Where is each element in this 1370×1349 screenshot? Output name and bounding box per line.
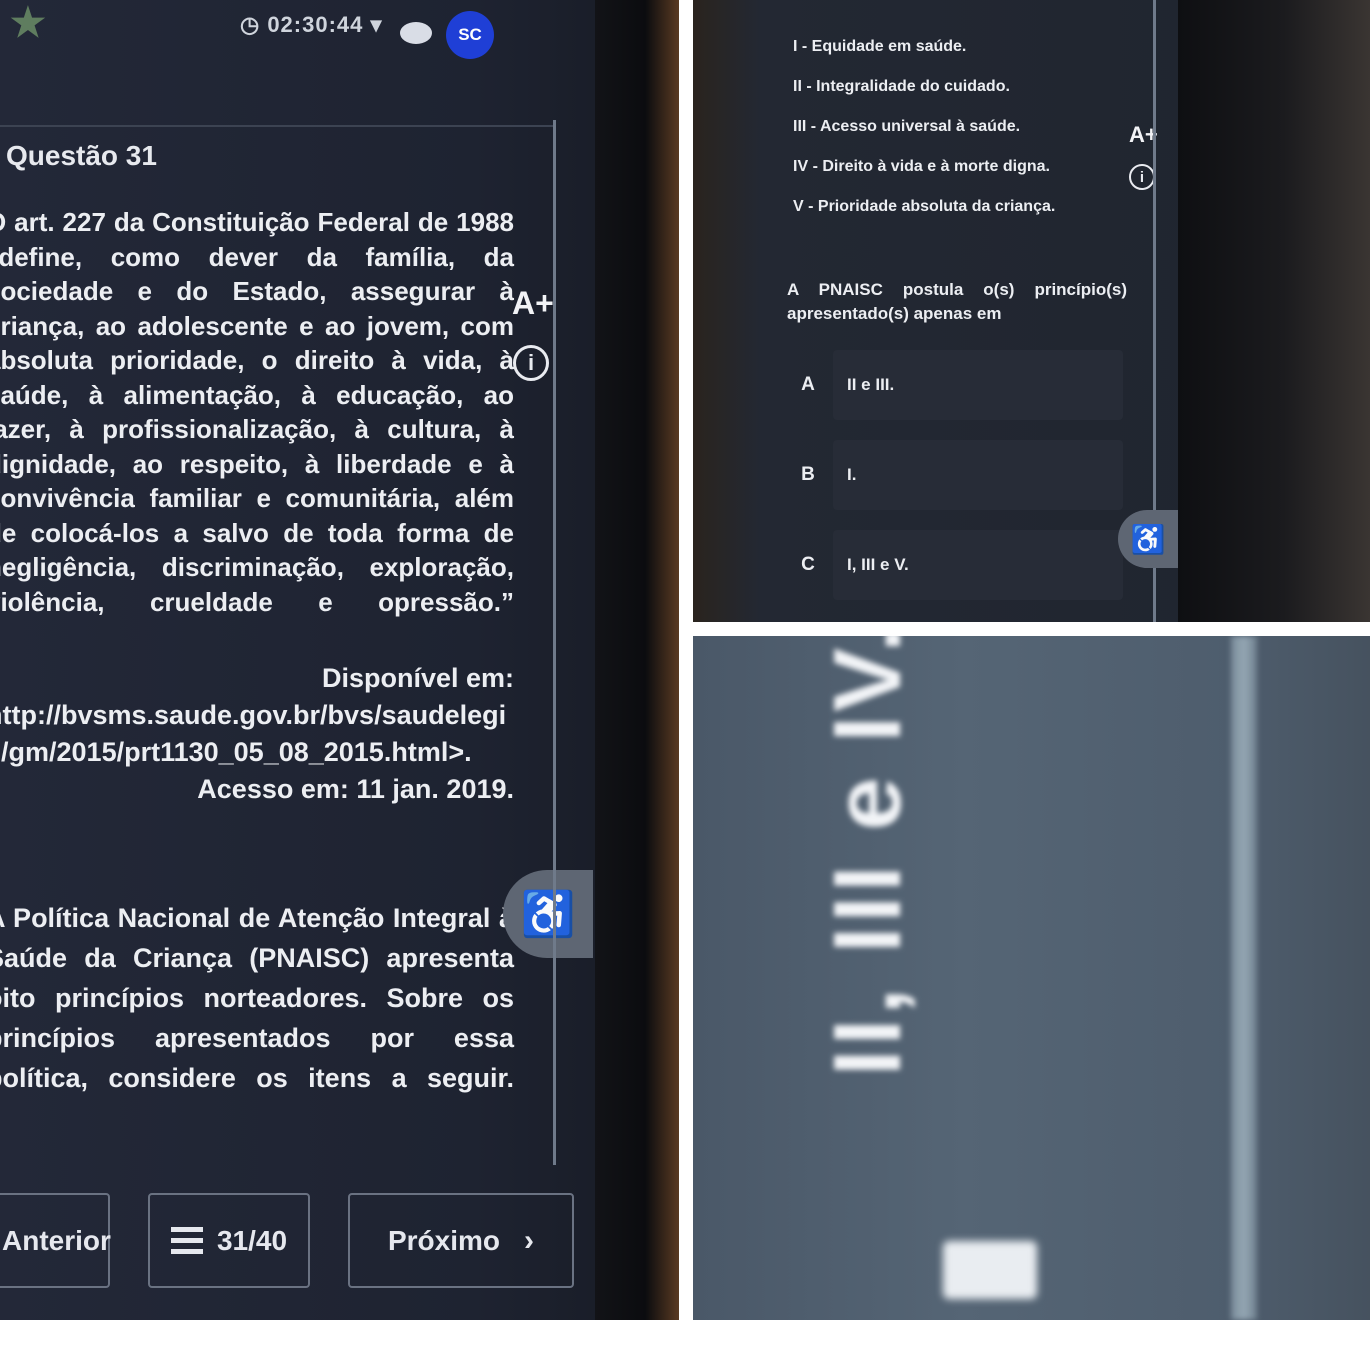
reference-access: Acesso em: 11 jan. 2019. <box>197 774 514 804</box>
info-icon[interactable]: i <box>1129 164 1155 190</box>
option-text: I, III e V. <box>847 555 909 574</box>
reference: Disponível em: http://bvsms.saude.gov.br… <box>0 660 514 808</box>
previous-button[interactable]: Anterior <box>0 1193 111 1288</box>
list-icon <box>943 1241 1037 1299</box>
eye-icon[interactable] <box>400 22 432 44</box>
reference-available: Disponível em: <box>321 663 514 693</box>
previous-label: Anterior <box>2 1224 111 1256</box>
item-iii: III - Acesso universal à saúde. <box>793 118 1021 135</box>
reference-url[interactable]: http://bvsms.saude.gov.br/bvs/saudelegis… <box>0 697 514 771</box>
question-title: Questão 31 <box>6 140 157 171</box>
option-letter: A <box>801 374 815 395</box>
next-button[interactable]: Próximo › <box>348 1193 574 1288</box>
accessibility-icon[interactable]: ♿ <box>1118 510 1178 568</box>
option-letter: C <box>801 554 815 575</box>
item-v: V - Prioridade absoluta da criança. <box>793 198 1056 215</box>
option-b[interactable]: B I. <box>783 440 1123 510</box>
scroll-edge <box>553 120 556 1165</box>
phone-photo-bottom-right: II, III e IV. <box>693 636 1370 1320</box>
phone-bezel <box>1178 0 1370 622</box>
timer: ◷ 02:30:44 ▾ <box>240 12 383 37</box>
option-a[interactable]: A II e III. <box>783 350 1123 420</box>
chevron-right-icon: › <box>524 1223 535 1257</box>
phone-photo-top-right: I - Equidade em saúde. II - Integralidad… <box>693 0 1370 622</box>
option-text: I. <box>847 465 857 484</box>
question-statement: O art. 227 da Constituição Federal de 19… <box>0 207 514 617</box>
item-i: I - Equidade em saúde. <box>793 38 967 55</box>
list-icon <box>170 1226 203 1255</box>
font-size-icon[interactable]: A+ <box>512 285 554 322</box>
accessibility-icon[interactable]: ♿ <box>503 870 593 958</box>
question-prompt: A PNAISC postula o(s) princípio(s) apres… <box>787 280 1127 323</box>
option-box <box>833 440 1123 510</box>
avatar[interactable]: SC <box>446 11 494 59</box>
item-iv: IV - Direito à vida e à morte digna. <box>793 158 1050 175</box>
item-ii: II - Integralidade do cuidado. <box>793 78 1010 95</box>
option-text: II e III. <box>847 375 895 394</box>
question-list-button[interactable]: 31/40 <box>148 1193 310 1288</box>
scroll-edge <box>1231 636 1257 1320</box>
blurred-option-text: II, III e IV. <box>814 636 921 1076</box>
timer-value: 02:30:44 <box>267 12 364 37</box>
divider <box>0 125 553 127</box>
info-icon[interactable]: i <box>513 345 549 381</box>
option-letter: B <box>801 464 815 485</box>
star-icon: ★ <box>10 1 46 45</box>
phone-bezel <box>595 0 679 1320</box>
items-list: I - Equidade em saúde. II - Integralidad… <box>793 38 1153 238</box>
option-c[interactable]: C I, III e V. <box>783 530 1123 600</box>
question-counter: 31/40 <box>216 1224 288 1256</box>
next-label: Próximo <box>387 1224 501 1256</box>
phone-photo-left: ★ ◷ 02:30:44 ▾ SC Questão 31 O art. 227 … <box>0 0 679 1320</box>
question-intro: A Política Nacional de Atenção Integral … <box>0 903 514 1093</box>
